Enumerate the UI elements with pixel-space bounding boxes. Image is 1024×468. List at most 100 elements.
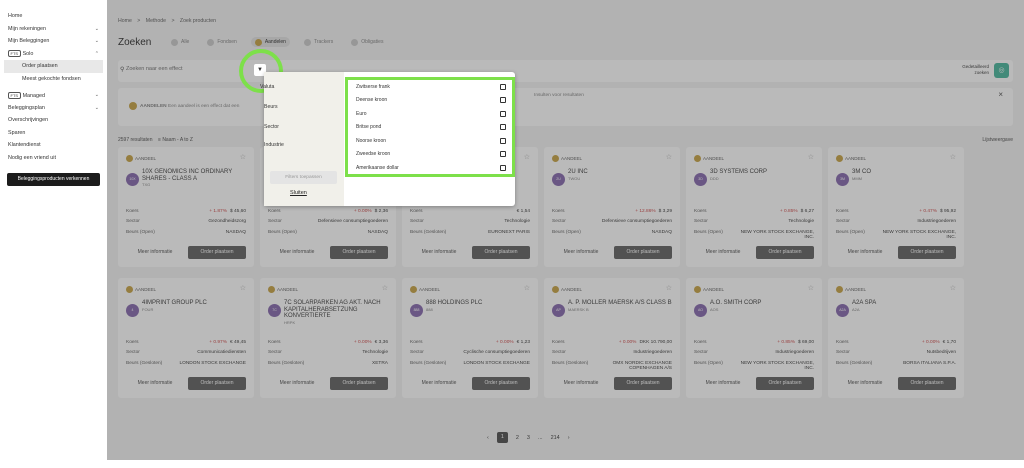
stock-card[interactable]: AANDEEL ☆ A2A A2A SPA A2A Koers + 0.00% € 1,70 S… (828, 278, 964, 398)
checkbox[interactable] (500, 137, 506, 144)
more-info-button[interactable]: Meer informatie (694, 246, 752, 259)
page-button[interactable]: 1 (496, 432, 508, 443)
checkbox[interactable] (500, 83, 506, 90)
checkbox[interactable] (500, 124, 506, 131)
tab-fondsen[interactable]: Fondsen (203, 37, 240, 47)
place-order-button[interactable]: Order plaatsen (188, 246, 246, 259)
beurs-label: Beurs (Open) (694, 230, 723, 235)
advanced-search-button[interactable]: ◎ (994, 63, 1009, 78)
star-icon[interactable]: ☆ (808, 284, 814, 292)
stock-card[interactable]: AANDEEL ☆ 7C 7C SOLARPARKEN AG AKT. NACH KA… (260, 278, 396, 398)
checkbox[interactable] (500, 110, 506, 117)
page-button[interactable]: 3 (527, 435, 530, 441)
breadcrumb-methode[interactable]: Methode (146, 18, 166, 24)
place-order-button[interactable]: Order plaatsen (756, 246, 814, 259)
star-icon[interactable]: ☆ (950, 153, 956, 161)
place-order-button[interactable]: Order plaatsen (188, 377, 246, 390)
close-icon[interactable]: × (998, 90, 1003, 99)
advanced-search-label[interactable]: Gedetailleerd zoeken (962, 64, 989, 76)
breadcrumb-home[interactable]: Home (118, 18, 132, 24)
currency-option[interactable]: Britse pond (356, 121, 506, 135)
more-info-button[interactable]: Meer informatie (552, 246, 610, 259)
more-info-button[interactable]: Meer informatie (268, 246, 326, 259)
stock-card[interactable]: AANDEEL ☆ 3M 3M CO MMM Koers + 0.47% $ 95,92 Sec… (828, 147, 964, 267)
close-filters-link[interactable]: Sluiten (290, 190, 307, 196)
apply-filters-button[interactable]: Filters toepassen (270, 171, 337, 184)
tab-obligaties[interactable]: Obligaties (347, 37, 387, 47)
stock-card[interactable]: AANDEEL ☆ AP A. P. MOLLER MAERSK A/S CLASS … (544, 278, 680, 398)
place-order-button[interactable]: Order plaatsen (614, 246, 672, 259)
stock-card[interactable]: AANDEEL ☆ 10X 10X GENOMICS INC ORDINARY SHA… (118, 147, 254, 267)
sidebar-item-beleggingsplan[interactable]: Beleggingsplan ⌄ (0, 102, 107, 115)
star-icon[interactable]: ☆ (666, 153, 672, 161)
stock-card[interactable]: AANDEEL ☆ AO A.O. SMITH CORP AOS Koers + 0.85%… (686, 278, 822, 398)
sidebar-item-managed[interactable]: FTS Managed ⌄ (0, 89, 107, 102)
checkbox[interactable] (500, 164, 506, 171)
page-button[interactable]: 214 (551, 435, 560, 441)
stock-card[interactable]: AANDEEL ☆ 2U 2U INC TWOU Koers + 12.86% $ 3,29 S… (544, 147, 680, 267)
filter-category-industrie[interactable]: Industrie (264, 142, 284, 148)
currency-option[interactable]: Zweedse kroon (356, 148, 506, 162)
place-order-button[interactable]: Order plaatsen (472, 377, 530, 390)
stock-card[interactable]: AANDEEL ☆ 888 888 HOLDINGS PLC 888 Koers + 0.0… (402, 278, 538, 398)
prev-page-button[interactable]: ‹ (487, 435, 489, 441)
star-icon[interactable]: ☆ (666, 284, 672, 292)
tab-alle[interactable]: Alle (167, 37, 193, 47)
sidebar-item-mijn-rekeningen[interactable]: Mijn rekeningen ⌄ (0, 23, 107, 36)
sidebar-item-nodig-vriend[interactable]: Nodig een vriend uit (0, 152, 107, 165)
checkbox[interactable] (500, 151, 506, 158)
more-info-button[interactable]: Meer informatie (836, 377, 894, 390)
star-icon[interactable]: ☆ (524, 153, 530, 161)
koers-label: Koers (836, 209, 849, 214)
sidebar-item-klantendienst[interactable]: Klantendienst (0, 139, 107, 152)
currency-option[interactable]: Zwitserse frank (356, 80, 506, 94)
sidebar-item-mijn-beleggingen[interactable]: Mijn Beleggingen ⌄ (0, 35, 107, 48)
place-order-button[interactable]: Order plaatsen (330, 246, 388, 259)
list-view-toggle[interactable]: Lijstweergave (982, 137, 1013, 143)
place-order-button[interactable]: Order plaatsen (472, 246, 530, 259)
company-logo: 2U (552, 173, 565, 186)
filter-category-beurs[interactable]: Beurs (264, 104, 278, 110)
more-info-button[interactable]: Meer informatie (410, 246, 468, 259)
place-order-button[interactable]: Order plaatsen (756, 377, 814, 390)
page-button[interactable]: 2 (516, 435, 519, 441)
more-info-button[interactable]: Meer informatie (126, 377, 184, 390)
place-order-button[interactable]: Order plaatsen (898, 377, 956, 390)
place-order-button[interactable]: Order plaatsen (330, 377, 388, 390)
currency-option[interactable]: Euro (356, 107, 506, 121)
star-icon[interactable]: ☆ (808, 153, 814, 161)
place-order-button[interactable]: Order plaatsen (898, 246, 956, 259)
sidebar-item-sparen[interactable]: Sparen (0, 127, 107, 140)
tab-trackers[interactable]: Trackers (300, 37, 337, 47)
currency-option[interactable]: Deense kroon (356, 94, 506, 108)
tab-aandelen[interactable]: Aandelen (250, 37, 290, 47)
stock-card[interactable]: AANDEEL ☆ 3D 3D SYSTEMS CORP DDD Koers + 0.85%… (686, 147, 822, 267)
filter-category-sector[interactable]: Sector (264, 124, 279, 130)
star-icon[interactable]: ☆ (382, 284, 388, 292)
more-info-button[interactable]: Meer informatie (268, 377, 326, 390)
explore-products-button[interactable]: Beleggingsproducten verkennen (7, 173, 100, 186)
sidebar-item-overschrijvingen[interactable]: Overschrijvingen (0, 114, 107, 127)
star-icon[interactable]: ☆ (950, 284, 956, 292)
stock-card[interactable]: AANDEEL ☆ 4 4IMPRINT GROUP PLC FOUR Koers + 0.… (118, 278, 254, 398)
sidebar-item-order-plaatsen[interactable]: Order plaatsen (4, 60, 103, 73)
more-info-button[interactable]: Meer informatie (410, 377, 468, 390)
sidebar-item-home[interactable]: Home (0, 10, 107, 23)
more-info-button[interactable]: Meer informatie (126, 246, 184, 259)
shares-icon (129, 102, 137, 110)
checkbox[interactable] (500, 97, 506, 104)
more-info-button[interactable]: Meer informatie (694, 377, 752, 390)
currency-option[interactable]: Amerikaanse dollar (356, 161, 506, 175)
star-icon[interactable]: ☆ (240, 284, 246, 292)
star-icon[interactable]: ☆ (524, 284, 530, 292)
star-icon[interactable]: ☆ (240, 153, 246, 161)
currency-option[interactable]: Noorse kroon (356, 134, 506, 148)
more-info-button[interactable]: Meer informatie (836, 246, 894, 259)
sort-dropdown[interactable]: ≡ Naam - A to Z (158, 137, 193, 143)
filter-category-valuta[interactable]: Valuta (260, 84, 274, 90)
place-order-button[interactable]: Order plaatsen (614, 377, 672, 390)
sidebar-item-solo[interactable]: FTS Solo ⌃ (0, 48, 107, 61)
more-info-button[interactable]: Meer informatie (552, 377, 610, 390)
next-page-button[interactable]: › (568, 435, 570, 441)
sidebar-item-meest-gekochte[interactable]: Meest gekochte fondsen (0, 73, 107, 86)
